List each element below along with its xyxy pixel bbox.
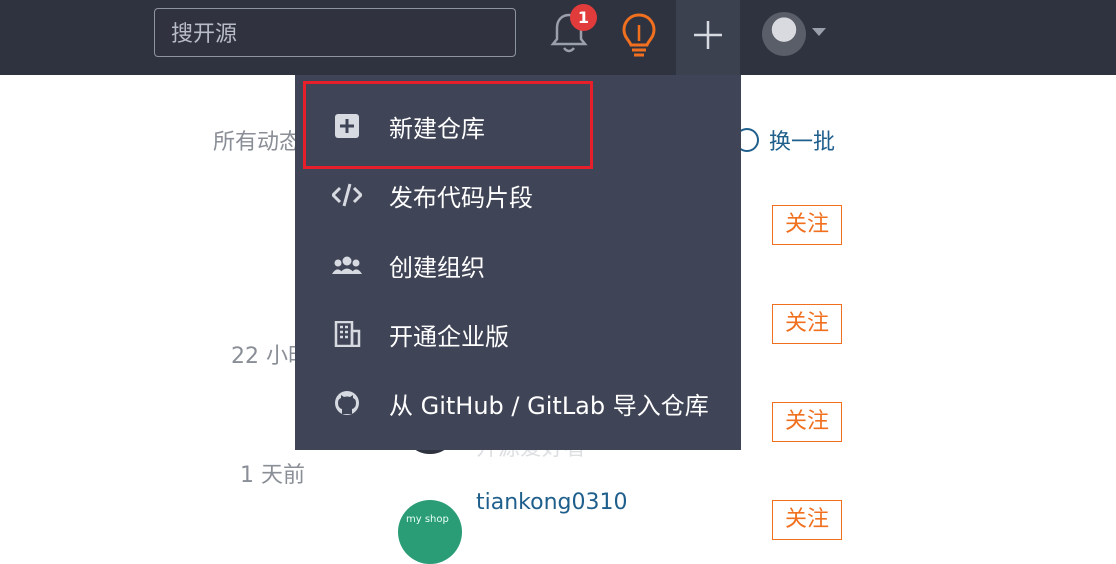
menu-item-create-organization[interactable]: 创建组织: [295, 230, 741, 299]
menu-item-label: 发布代码片段: [389, 184, 533, 212]
time-label: 22 小时前: [231, 344, 295, 369]
menu-item-label: 创建组织: [389, 254, 485, 282]
avatar-text: my shop: [406, 514, 449, 525]
plus-icon: [694, 21, 722, 49]
follow-button[interactable]: 关注: [772, 304, 842, 344]
github-icon: [335, 391, 359, 415]
follow-button[interactable]: 关注: [772, 402, 842, 442]
follow-button[interactable]: 关注: [772, 500, 842, 540]
user-name-link[interactable]: tiankong0310: [476, 490, 627, 515]
building-icon: [334, 321, 361, 347]
menu-item-publish-snippet[interactable]: 发布代码片段: [295, 160, 741, 229]
chevron-down-icon[interactable]: [812, 28, 826, 36]
users-icon: [332, 256, 362, 274]
menu-item-import-repository[interactable]: 从 GitHub / GitLab 导入仓库: [295, 368, 741, 437]
menu-item-enterprise[interactable]: 开通企业版: [295, 299, 741, 368]
create-menu-button[interactable]: [676, 0, 740, 75]
notification-badge: 1: [570, 4, 597, 31]
highlight-box: [303, 81, 593, 169]
feed-filter-label[interactable]: 所有动态: [213, 124, 295, 156]
time-label: 1 天前: [240, 463, 305, 488]
menu-item-label: 开通企业版: [389, 323, 509, 351]
menu-item-label: 从 GitHub / GitLab 导入仓库: [389, 392, 709, 420]
follow-button[interactable]: 关注: [772, 205, 842, 245]
top-navbar: 1: [0, 0, 1116, 75]
code-icon: [332, 183, 362, 207]
lightbulb-icon: [622, 13, 656, 57]
search-input[interactable]: [169, 19, 503, 49]
search-box[interactable]: [154, 8, 516, 57]
user-avatar[interactable]: [762, 12, 806, 56]
user-avatar[interactable]: my shop: [398, 500, 462, 564]
refresh-button[interactable]: 换一批: [735, 124, 835, 156]
idea-button[interactable]: [619, 11, 659, 59]
refresh-label: 换一批: [769, 130, 836, 155]
